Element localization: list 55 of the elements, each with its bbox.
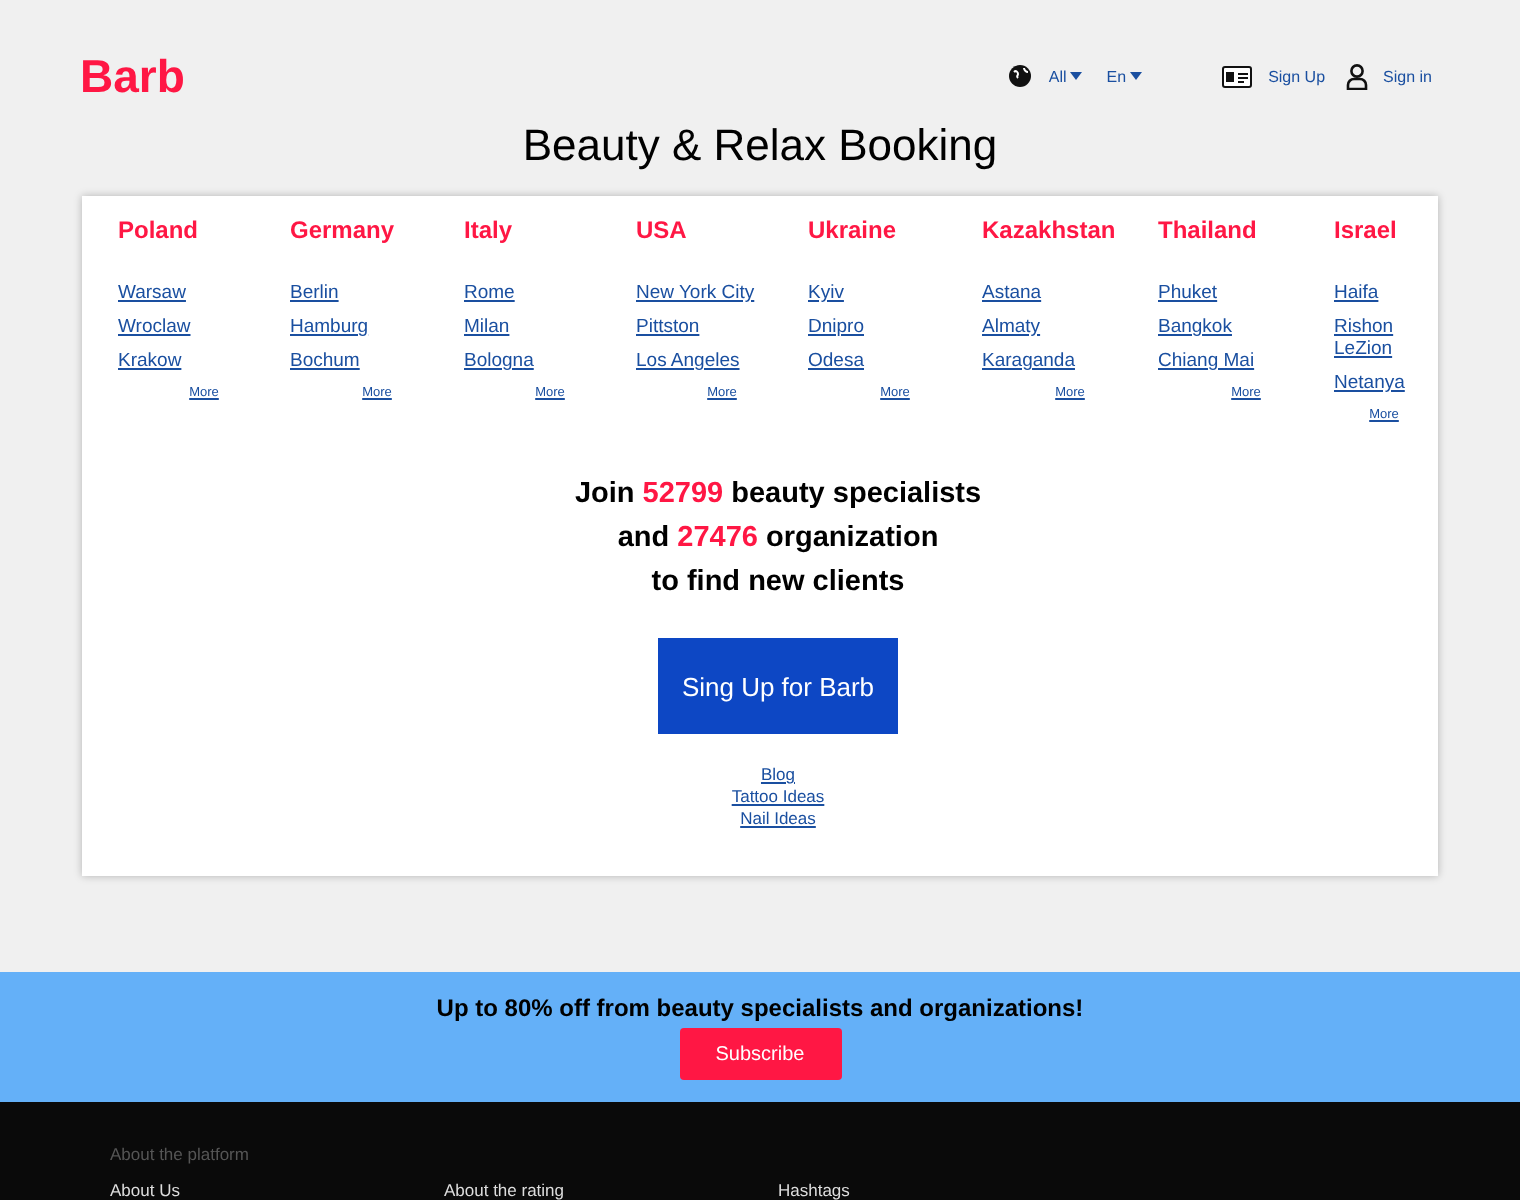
caret-icon: [1070, 72, 1083, 80]
user-icon: [1345, 63, 1368, 89]
id-card-icon: [1222, 65, 1253, 87]
country-heading: USA: [636, 216, 687, 244]
sign-in-link[interactable]: Sign in: [1383, 67, 1432, 85]
city-link[interactable]: Hamburg: [290, 316, 369, 338]
city-link[interactable]: Chiang Mai: [1158, 350, 1255, 372]
city-link[interactable]: Astana: [982, 282, 1042, 304]
country-heading: Ukraine: [808, 216, 897, 244]
region-selector[interactable]: All: [1048, 67, 1083, 85]
country-heading: Kazakhstan: [982, 216, 1116, 244]
city-link[interactable]: Rishon LeZion: [1334, 316, 1434, 360]
city-link[interactable]: Almaty: [982, 316, 1041, 338]
sign-up-link[interactable]: Sign Up: [1268, 67, 1326, 85]
join-text: Join 52799 beauty specialists: [574, 478, 982, 510]
city-link[interactable]: Wroclaw: [118, 316, 191, 338]
sign-up-button[interactable]: Sing Up for Barb: [658, 638, 898, 734]
city-link[interactable]: Netanya: [1334, 372, 1405, 394]
globe-icon: [1008, 64, 1033, 88]
join-text: to find new clients: [651, 566, 905, 598]
city-link[interactable]: Phuket: [1158, 282, 1218, 304]
city-link[interactable]: Berlin: [290, 282, 339, 304]
city-link[interactable]: Milan: [464, 316, 510, 338]
city-link[interactable]: Warsaw: [118, 282, 186, 304]
promo-text: Up to 80% off from beauty specialists and organizations!: [436, 994, 1084, 1023]
page-link[interactable]: Nail Ideas: [740, 808, 816, 828]
page-link[interactable]: Blog: [760, 764, 795, 784]
city-link[interactable]: Odesa: [808, 350, 864, 372]
footer-link[interactable]: About the rating: [444, 1180, 778, 1200]
country-heading: Thailand: [1158, 216, 1257, 244]
city-link[interactable]: Pittston: [636, 316, 700, 338]
page-title: Beauty & Relax Booking: [520, 120, 1000, 172]
caret-icon: [1130, 72, 1143, 80]
city-link[interactable]: New York City: [636, 282, 755, 304]
join-text: and 27476 organization: [617, 522, 939, 554]
country-heading: Poland: [118, 216, 199, 244]
city-link[interactable]: Dnipro: [808, 316, 864, 338]
city-link[interactable]: Rome: [464, 282, 515, 304]
city-link[interactable]: Bangkok: [1158, 316, 1232, 338]
country-heading: Israel: [1334, 216, 1397, 244]
city-link[interactable]: Krakow: [118, 350, 182, 372]
country-heading: Germany: [290, 216, 395, 244]
footer-heading: About the platform: [110, 1144, 251, 1164]
country-heading: Italy: [464, 216, 513, 244]
footer-link[interactable]: Hashtags: [778, 1180, 1112, 1200]
subscribe-button[interactable]: Subscribe: [679, 1028, 841, 1081]
city-link[interactable]: Haifa: [1334, 282, 1379, 304]
language-selector[interactable]: En: [1106, 67, 1143, 85]
city-link[interactable]: Bologna: [464, 350, 534, 372]
city-link[interactable]: Kyiv: [808, 282, 844, 304]
city-link[interactable]: Bochum: [290, 350, 360, 372]
page-link[interactable]: Tattoo Ideas: [731, 786, 825, 806]
footer-link[interactable]: About Us: [110, 1180, 444, 1200]
city-link[interactable]: Los Angeles: [636, 350, 740, 372]
city-link[interactable]: Karaganda: [982, 350, 1075, 372]
